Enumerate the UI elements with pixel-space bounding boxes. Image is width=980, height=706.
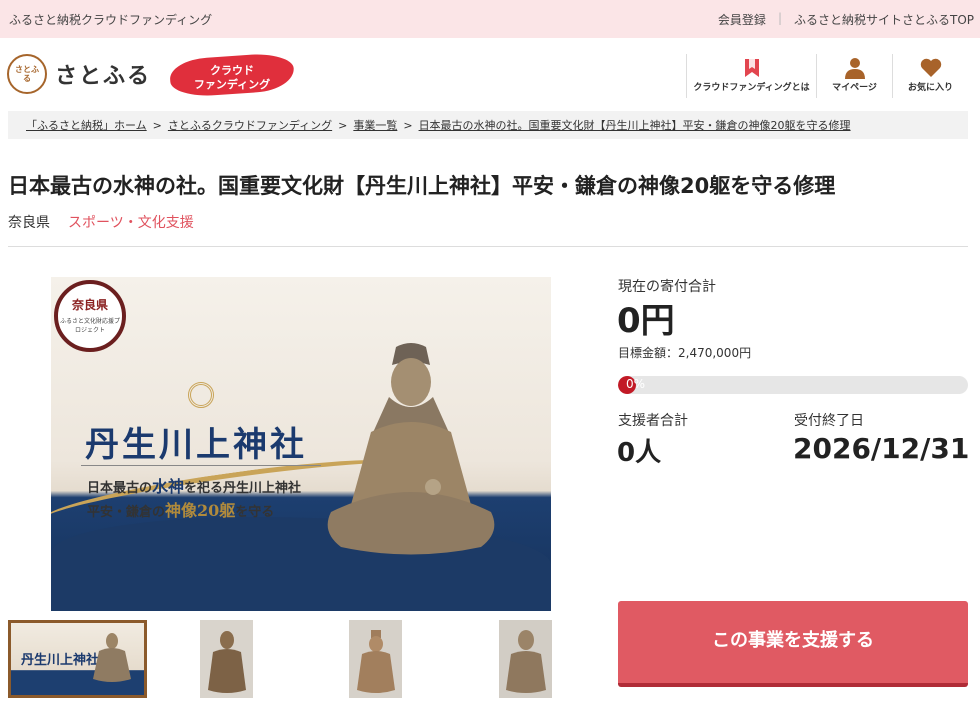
breadcrumb-separator: > xyxy=(338,119,348,132)
thumbnail-statue xyxy=(356,630,395,693)
line1-emphasis: 水神 xyxy=(152,477,185,496)
thumbnail-statue xyxy=(505,630,546,693)
end-date-label: 受付終了日 xyxy=(794,413,864,429)
divider xyxy=(8,246,968,247)
seal-subtitle: ふるさと文化財応援プロジェクト xyxy=(59,318,120,334)
image-line1: 日本最古の水神を祀る丹生川上神社 xyxy=(87,473,301,497)
supporters-value: 0人 xyxy=(617,438,662,468)
top-links: 会員登録 | ふるさと納税サイトさとふるTOP xyxy=(718,11,974,28)
line1-post: を祀る丹生川上神社 xyxy=(184,481,302,496)
image-heading: 丹生川上神社 xyxy=(85,425,307,465)
header: さとふる さとふる クラウド ファンディング クラウドファンディングとは マイペ… xyxy=(0,38,980,110)
deity-statue-image xyxy=(327,343,495,555)
breadcrumb-projects[interactable]: 事業一覧 xyxy=(353,119,397,132)
heading-rule xyxy=(81,465,321,466)
progress-percent: 0% xyxy=(626,377,646,391)
logo-mark-icon: さとふる xyxy=(7,54,47,94)
nav-about-label: クラウドファンディングとは xyxy=(693,83,810,93)
thumbnail-4[interactable] xyxy=(499,620,552,698)
register-link[interactable]: 会員登録 xyxy=(718,11,766,28)
thumbnail-2[interactable] xyxy=(200,620,253,698)
nav-mypage-label: マイページ xyxy=(832,83,877,93)
line2-pre: 平安・鎌倉の xyxy=(87,505,166,520)
badge-line2: ファンディング xyxy=(193,78,271,91)
total-donation-value: 0円 xyxy=(617,301,675,341)
breadcrumb-separator: > xyxy=(403,119,413,132)
nav-favorites-label: お気に入り xyxy=(907,83,953,93)
nav-mypage[interactable]: マイページ xyxy=(816,54,892,98)
line2-post: を守る xyxy=(235,505,275,520)
breadcrumb-home[interactable]: 「ふるさと納税」ホーム xyxy=(26,119,147,132)
breadcrumb-current[interactable]: 日本最古の水神の社。国重要文化財【丹生川上神社】平安・鎌倉の神像20躯を守る修理 xyxy=(419,119,851,132)
bookmark-icon xyxy=(744,59,759,77)
nav-about-crowdfunding[interactable]: クラウドファンディングとは xyxy=(686,54,816,98)
header-nav: クラウドファンディングとは マイページ お気に入り xyxy=(686,54,968,98)
top-bar: ふるさと納税クラウドファンディング 会員登録 | ふるさと納税サイトさとふるTO… xyxy=(0,0,980,38)
breadcrumb-separator: > xyxy=(152,119,162,132)
logo-text: さとふる xyxy=(55,64,152,89)
crowdfunding-badge[interactable]: クラウド ファンディング xyxy=(168,51,296,99)
site-label: ふるさと納税クラウドファンディング xyxy=(9,13,213,27)
person-icon xyxy=(844,58,865,79)
breadcrumb: 「ふるさと納税」ホーム > さとふるクラウドファンディング > 事業一覧 > 日本最古の水神… xyxy=(8,111,968,139)
satofull-top-link[interactable]: ふるさと納税サイトさとふるTOP xyxy=(794,11,974,28)
support-project-button[interactable]: この事業を支援する xyxy=(618,601,968,687)
thumbnail-statue xyxy=(93,633,131,682)
chrysanthemum-crest-icon xyxy=(188,382,214,408)
image-line2: 平安・鎌倉の神像20躯を守る xyxy=(87,497,274,521)
line1-pre: 日本最古の xyxy=(87,481,153,496)
thumbnail-3[interactable] xyxy=(349,620,402,698)
logo-mark-text: さとふる xyxy=(15,65,39,83)
end-date-value: 2026/12/31 xyxy=(793,432,970,465)
thumbnail-1[interactable]: 丹生川上神社 xyxy=(8,620,147,698)
seal-title: 奈良県 xyxy=(71,298,108,312)
nara-seal: 奈良県 ふるさと文化財応援プロジェクト xyxy=(54,280,126,352)
progress-bar: 0% xyxy=(618,376,968,394)
goal-amount: 目標金額：2,470,000円 xyxy=(618,346,752,360)
category-link[interactable]: スポーツ・文化支援 xyxy=(68,212,194,232)
thumbnail-heading: 丹生川上神社 xyxy=(21,653,100,668)
nav-favorites[interactable]: お気に入り xyxy=(892,54,968,98)
project-tags: 奈良県 スポーツ・文化支援 xyxy=(8,212,194,232)
supporters-label: 支援者合計 xyxy=(618,413,688,429)
heart-icon xyxy=(920,58,941,77)
prefecture-tag: 奈良県 xyxy=(8,215,50,231)
site-logo[interactable]: さとふる さとふる xyxy=(7,54,151,94)
line2-emphasis: 神像20躯 xyxy=(165,501,236,520)
breadcrumb-crowdfunding[interactable]: さとふるクラウドファンディング xyxy=(168,119,332,132)
main-project-image: 奈良県 ふるさと文化財応援プロジェクト 丹生川上神社 日本最古の水神を祀る丹生川… xyxy=(51,277,551,611)
thumbnail-statue xyxy=(207,631,246,693)
top-link-divider: | xyxy=(777,11,782,25)
page-title: 日本最古の水神の社。国重要文化財【丹生川上神社】平安・鎌倉の神像20躯を守る修理 xyxy=(8,174,836,198)
